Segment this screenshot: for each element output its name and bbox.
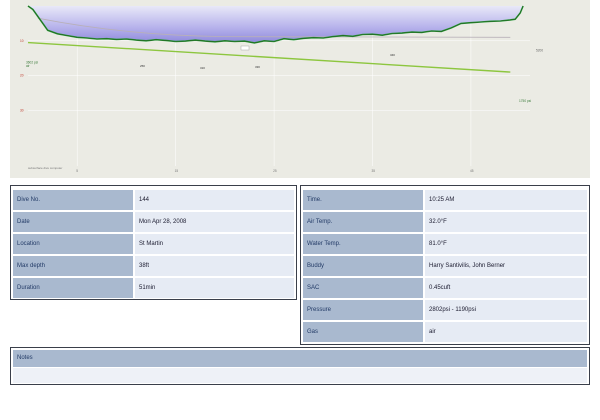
table-row: Date Mon Apr 28, 2008	[13, 212, 294, 232]
table-row: Gas air	[303, 322, 587, 342]
table-row: Location St Martin	[13, 234, 294, 254]
label-right-avg: 5200	[536, 49, 543, 53]
table-row: Dive No. 144	[13, 190, 294, 210]
table-row: SAC 0.45cuft	[303, 278, 587, 298]
date-value: Mon Apr 28, 2008	[135, 212, 294, 232]
buddy-label: Buddy	[303, 256, 425, 276]
max-depth-label: Max depth	[13, 256, 135, 276]
time-label: Time.	[303, 190, 425, 210]
table-row: Water Temp. 81.0°F	[303, 234, 587, 254]
sac-label: SAC	[303, 278, 425, 298]
duration-label: Duration	[13, 278, 135, 298]
table-row: Pressure 2802psi - 1190psi	[303, 300, 587, 320]
gas-label: Gas	[303, 322, 425, 342]
label-right-gas: 1750 psi	[519, 99, 531, 103]
y-tick-label: 10	[20, 39, 24, 43]
x-tick-label: 35	[372, 169, 376, 173]
location-value: St Martin	[135, 234, 294, 254]
pressure-value: 2802psi - 1190psi	[425, 300, 587, 320]
dive-number-value: 144	[135, 190, 294, 210]
max-depth-marker-box	[240, 45, 250, 51]
table-row: Duration 51min	[13, 278, 294, 298]
x-tick-label: 5	[76, 169, 78, 173]
time-value: 10:25 AM	[425, 190, 587, 210]
dive-number-label: Dive No.	[13, 190, 135, 210]
notes-header: Notes	[13, 350, 587, 367]
water-temp-value: 81.0°F	[425, 234, 587, 254]
dive-profile-chart: 5 15 25 35 45102030 3602 psi air 1750 psi 52…	[10, 0, 590, 178]
duration-value: 51min	[135, 278, 294, 298]
x-tick-label: 15	[175, 169, 179, 173]
dive-conditions-panel: Time. 10:25 AM Air Temp. 32.0°F Water Te…	[300, 185, 590, 345]
water-temp-label: Water Temp.	[303, 234, 425, 254]
buddy-value: Harry Santivilis, John Berner	[425, 256, 587, 276]
peak-marker-3: 33ft	[255, 65, 260, 69]
air-temp-value: 32.0°F	[425, 212, 587, 232]
date-label: Date	[13, 212, 135, 232]
notes-panel: Notes	[10, 347, 590, 385]
location-label: Location	[13, 234, 135, 254]
table-row: Time. 10:25 AM	[303, 190, 587, 210]
table-row: Buddy Harry Santivilis, John Berner	[303, 256, 587, 276]
x-tick-label: 45	[470, 169, 474, 173]
y-tick-label: 30	[20, 108, 24, 112]
table-row: Max depth 38ft	[13, 256, 294, 276]
air-temp-label: Air Temp.	[303, 212, 425, 232]
sac-value: 0.45cuft	[425, 278, 587, 298]
chart-footnote: subsurface dive computer	[28, 166, 62, 170]
x-tick-label: 25	[273, 169, 277, 173]
table-row: Air Temp. 32.0°F	[303, 212, 587, 232]
pressure-label: Pressure	[303, 300, 425, 320]
peak-marker-4: 34ft	[390, 53, 395, 57]
peak-marker-1: 25ft	[140, 64, 145, 68]
peak-marker-2: 31ft	[200, 66, 205, 70]
notes-text	[13, 368, 587, 383]
dive-info-panel: Dive No. 144 Date Mon Apr 28, 2008 Locat…	[10, 185, 297, 300]
gas-value: air	[425, 322, 587, 342]
y-tick-label: 20	[20, 74, 24, 78]
max-depth-value: 38ft	[135, 256, 294, 276]
